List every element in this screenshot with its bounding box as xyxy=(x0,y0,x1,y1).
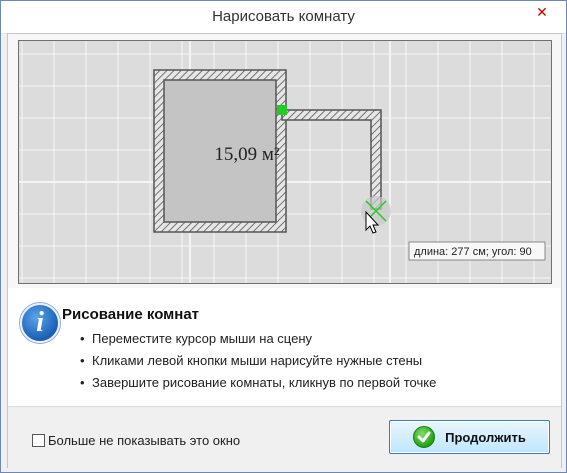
dialog-body: 15,09 м² длина: 277 см; угол: 90 i Рисов… xyxy=(7,33,562,468)
instructions-list: Переместите курсор мыши на сцену Кликами… xyxy=(80,328,436,394)
dialog-window: Нарисовать комнату ✕ 15,09 м² длина: 277… xyxy=(0,0,567,473)
checkmark-icon xyxy=(413,426,436,448)
room-area-label: 15,09 м² xyxy=(214,144,280,165)
dont-show-checkbox[interactable]: Больше не показывать это окно xyxy=(32,433,240,448)
measurement-tooltip: длина: 277 см; угол: 90 xyxy=(414,246,532,258)
dont-show-label: Больше не показывать это окно xyxy=(48,433,241,448)
info-icon: i xyxy=(20,303,60,343)
drawing-canvas[interactable]: 15,09 м² длина: 277 см; угол: 90 xyxy=(18,40,552,284)
info-title: Рисование комнат xyxy=(62,306,200,323)
info-panel: i Рисование комнат Переместите курсор мы… xyxy=(8,288,561,406)
continue-button[interactable]: Продолжить xyxy=(389,420,550,454)
checkbox-box[interactable] xyxy=(32,434,45,447)
close-button[interactable]: ✕ xyxy=(528,3,556,23)
footer: Больше не показывать это окно Продолжить xyxy=(8,406,561,468)
continue-label: Продолжить xyxy=(445,429,526,445)
close-icon: ✕ xyxy=(536,5,548,21)
start-point-marker xyxy=(277,105,287,115)
window-title: Нарисовать комнату xyxy=(212,8,355,25)
list-item: Переместите курсор мыши на сцену xyxy=(80,328,436,350)
list-item: Кликами левой кнопки мыши нарисуйте нужн… xyxy=(80,350,436,372)
list-item: Завершите рисование комнаты, кликнув по … xyxy=(80,372,436,394)
floor-plan: 15,09 м² длина: 277 см; угол: 90 xyxy=(19,41,551,283)
title-bar: Нарисовать комнату ✕ xyxy=(1,1,566,34)
